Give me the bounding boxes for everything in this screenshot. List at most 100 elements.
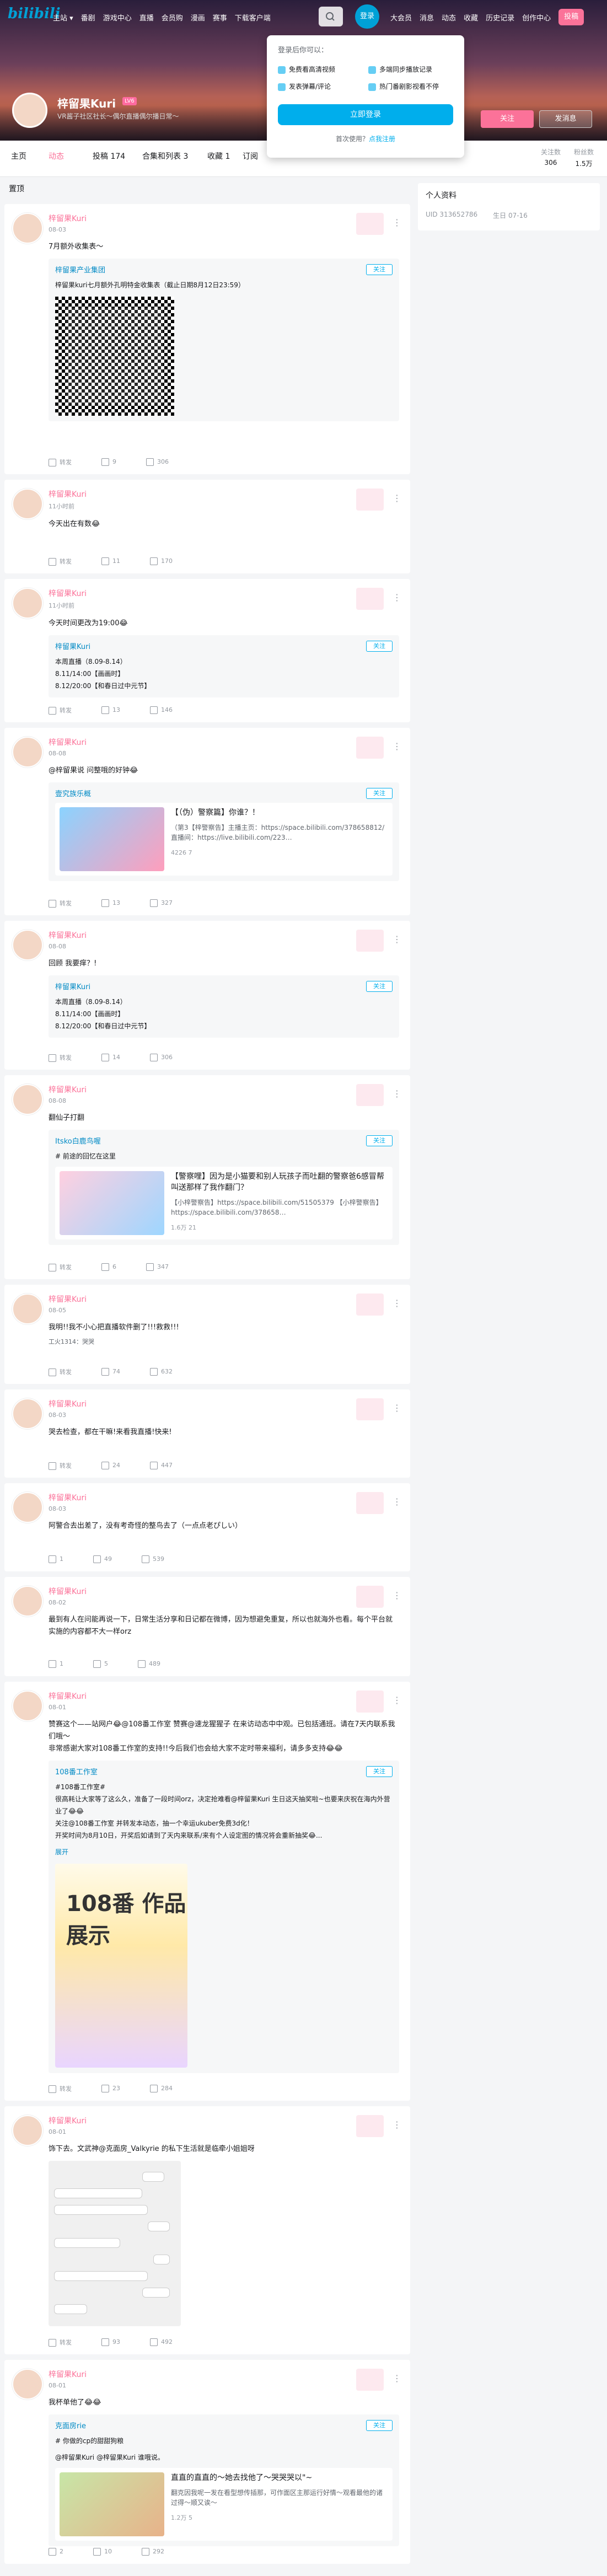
login-now-button[interactable]: 立即登录	[278, 104, 453, 125]
nav-link[interactable]: 番剧	[81, 12, 95, 23]
comment-button[interactable]: 10	[93, 2548, 112, 2556]
forward-button[interactable]: 转发	[49, 706, 72, 715]
forwarded-post[interactable]: 梓留果产业集团 关注 梓留果kuri七月额外孔明特金收集表（截止日期8月12日2…	[49, 259, 399, 421]
forward-button[interactable]: 转发	[49, 1263, 72, 1271]
nav-link[interactable]: 主站 ▾	[53, 12, 73, 23]
comment-button[interactable]: 5	[93, 1660, 108, 1668]
more-icon[interactable]: ⋮	[393, 1695, 401, 1705]
tab-collections[interactable]: 合集和列表 3	[142, 151, 188, 162]
like-button[interactable]: 284	[150, 2085, 173, 2092]
more-icon[interactable]: ⋮	[393, 1496, 401, 1507]
nav-link[interactable]: 游戏中心	[103, 12, 132, 23]
like-button[interactable]: 347	[146, 1263, 169, 1271]
forwarded-post[interactable]: 克面房rie 关注 # 你做的cp的甜甜狗粮 @梓留果Kuri @梓留果Kuri…	[49, 2414, 399, 2546]
forwarded-post[interactable]: 壹究族乐概 关注 【（伪）警察篇】你谁？！ （第3【梓警察告】主播主页：http…	[49, 782, 399, 881]
follow-small-button[interactable]: 关注	[366, 641, 393, 652]
forward-button[interactable]: 转发	[49, 557, 72, 566]
more-icon[interactable]: ⋮	[393, 592, 401, 603]
like-button[interactable]: 327	[150, 899, 173, 907]
avatar[interactable]	[12, 737, 43, 768]
follow-button[interactable]: 关注	[481, 110, 534, 128]
tab-home[interactable]: 主页	[11, 151, 26, 162]
register-link[interactable]: 点我注册	[369, 135, 395, 143]
forward-button[interactable]: 2	[49, 2548, 63, 2556]
follow-small-button[interactable]: 关注	[366, 264, 393, 275]
like-button[interactable]: 539	[142, 1555, 164, 1563]
nav-link[interactable]: 直播	[139, 12, 154, 23]
avatar[interactable]	[12, 588, 43, 619]
more-icon[interactable]: ⋮	[393, 493, 401, 503]
nav-message[interactable]: 消息	[420, 12, 434, 25]
author-name[interactable]: 梓留果Kuri	[49, 1294, 399, 1305]
author-name[interactable]: 梓留果Kuri	[49, 930, 399, 941]
forward-button[interactable]: 1	[49, 1555, 63, 1563]
forward-button[interactable]: 转发	[49, 899, 72, 908]
avatar[interactable]	[12, 213, 43, 244]
forward-button[interactable]: 转发	[49, 2084, 72, 2093]
forward-author[interactable]: 梓留果Kuri	[55, 641, 393, 651]
nav-link[interactable]: 赛事	[213, 12, 227, 23]
tab-favorites[interactable]: 收藏 1	[207, 151, 230, 162]
more-icon[interactable]: ⋮	[393, 1590, 401, 1601]
avatar[interactable]	[12, 1398, 43, 1429]
comment-button[interactable]: 14	[101, 1054, 120, 1061]
video-card[interactable]: 【警察哩】因为是小猫要和别人玩孩子而吐翻的警察爸6感冒帮叫送那样了我作翻门？ 【…	[55, 1167, 393, 1239]
stat-following[interactable]: 关注数 306	[541, 147, 561, 168]
author-name[interactable]: 梓留果Kuri	[49, 1586, 399, 1597]
like-button[interactable]: 632	[150, 1368, 173, 1376]
follow-small-button[interactable]: 关注	[366, 2420, 393, 2431]
comment-button[interactable]: 93	[101, 2338, 120, 2346]
nav-link[interactable]: 漫画	[191, 12, 205, 23]
expand-link[interactable]: 展开	[55, 1846, 393, 1858]
avatar[interactable]	[12, 489, 43, 519]
author-name[interactable]: 梓留果Kuri	[49, 213, 399, 224]
more-icon[interactable]: ⋮	[393, 2373, 401, 2384]
author-name[interactable]: 梓留果Kuri	[49, 2115, 399, 2126]
more-icon[interactable]: ⋮	[393, 1403, 401, 1413]
nav-vip[interactable]: 大会员	[390, 12, 412, 25]
nav-link[interactable]: 会员购	[162, 12, 183, 23]
avatar[interactable]	[12, 1586, 43, 1617]
author-name[interactable]: 梓留果Kuri	[49, 1084, 399, 1095]
like-button[interactable]: 292	[142, 2548, 164, 2556]
more-icon[interactable]: ⋮	[393, 934, 401, 944]
more-icon[interactable]: ⋮	[393, 741, 401, 752]
avatar[interactable]	[12, 2115, 43, 2146]
forward-topic[interactable]: # 前途的回忆在这里	[55, 1150, 393, 1162]
forward-button[interactable]: 1	[49, 1660, 63, 1668]
forward-button[interactable]: 转发	[49, 458, 72, 466]
more-icon[interactable]: ⋮	[393, 2119, 401, 2130]
comment-button[interactable]: 9	[101, 458, 116, 466]
forward-author[interactable]: 克面房rie	[55, 2420, 393, 2430]
avatar[interactable]	[12, 1492, 43, 1523]
video-card[interactable]: 【（伪）警察篇】你谁？！ （第3【梓警察告】主播主页：https://space…	[55, 803, 393, 876]
nav-history[interactable]: 历史记录	[486, 12, 514, 25]
like-button[interactable]: 492	[150, 2338, 173, 2346]
more-icon[interactable]: ⋮	[393, 1298, 401, 1308]
avatar[interactable]	[12, 930, 43, 960]
author-name[interactable]: 梓留果Kuri	[49, 1492, 399, 1503]
follow-small-button[interactable]: 关注	[366, 788, 393, 799]
like-button[interactable]: 306	[150, 1054, 173, 1061]
hot-comment[interactable]: 工火1314：哭哭	[49, 1337, 399, 1346]
more-icon[interactable]: ⋮	[393, 217, 401, 228]
tab-dynamic[interactable]: 动态	[49, 151, 64, 162]
follow-small-button[interactable]: 关注	[366, 1766, 393, 1777]
forwarded-post[interactable]: 梓留果Kuri 关注 本周直播（8.09-8.14） 8.11/14:00【画画…	[49, 975, 399, 1038]
comment-button[interactable]: 23	[101, 2085, 120, 2092]
more-icon[interactable]: ⋮	[393, 1088, 401, 1099]
like-button[interactable]: 447	[150, 1462, 173, 1469]
forward-author[interactable]: 梓留果产业集团	[55, 264, 393, 275]
forwarded-post[interactable]: 梓留果Kuri 关注 本周直播（8.09-8.14） 8.11/14:00【画画…	[49, 635, 399, 697]
comment-button[interactable]: 11	[101, 557, 120, 565]
like-button[interactable]: 170	[150, 557, 173, 565]
author-name[interactable]: 梓留果Kuri	[49, 2369, 399, 2380]
forward-author[interactable]: Itsko白鹿鸟喔	[55, 1135, 393, 1146]
user-avatar[interactable]	[12, 93, 47, 128]
author-name[interactable]: 梓留果Kuri	[49, 1398, 399, 1409]
nav-dynamic[interactable]: 动态	[442, 12, 456, 25]
forwarded-post[interactable]: Itsko白鹿鸟喔 关注 # 前途的回忆在这里 【警察哩】因为是小猫要和别人玩孩…	[49, 1130, 399, 1245]
forwarded-post[interactable]: 108番工作室 关注 #108番工作室# 很高耗让大家等了这么久，准备了一段时间…	[49, 1761, 399, 2073]
like-button[interactable]: 489	[138, 1660, 160, 1668]
forward-button[interactable]: 转发	[49, 1053, 72, 1062]
